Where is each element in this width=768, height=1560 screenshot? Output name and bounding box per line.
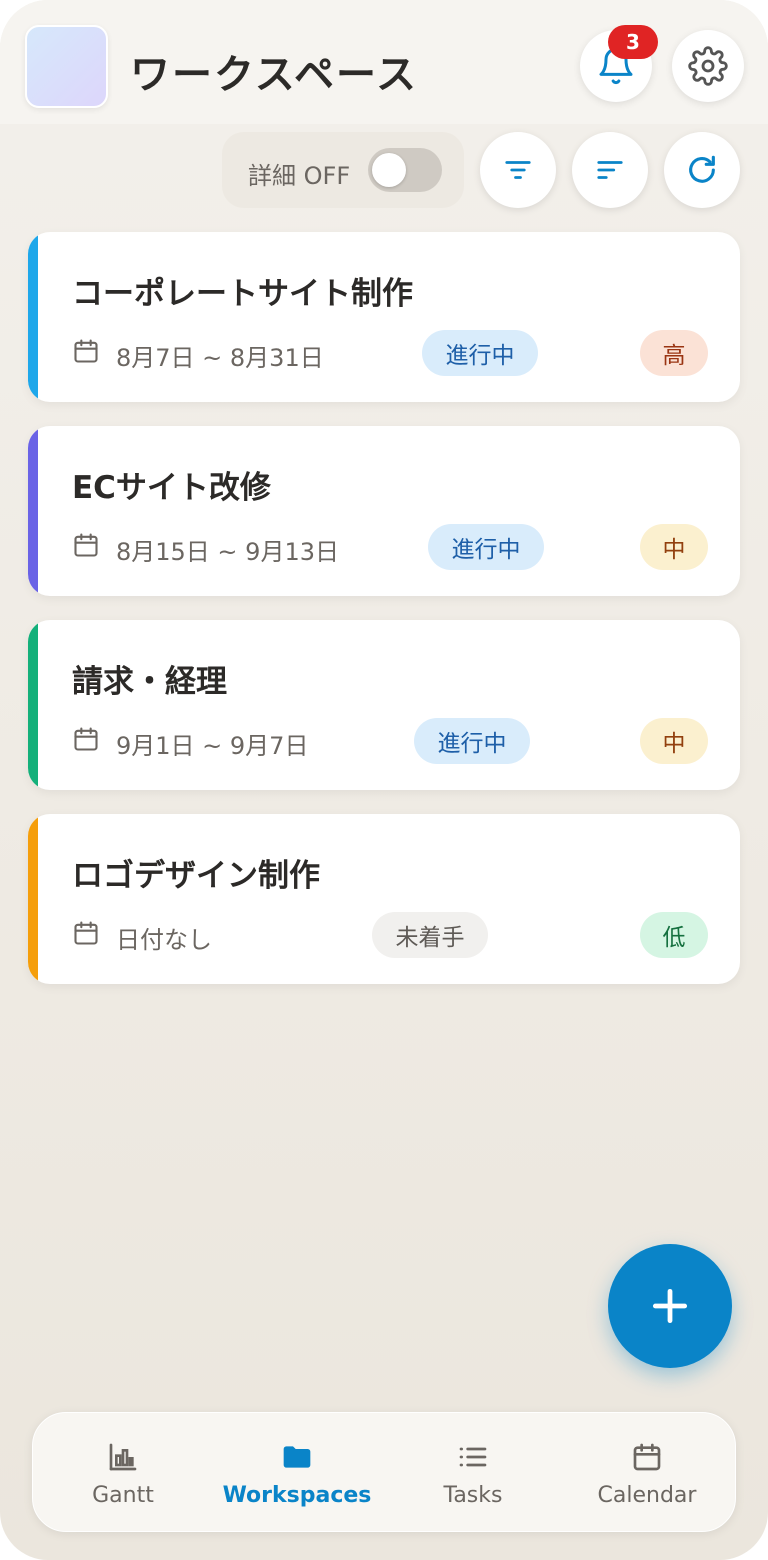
calendar-icon (74, 339, 98, 363)
add-project-button[interactable] (608, 1244, 732, 1368)
filter-icon (505, 161, 531, 179)
detail-toggle[interactable]: 詳細 OFF (222, 132, 464, 208)
app-screen: ワークスペース 3 詳細 OFF コーポレートサイト制作 8月7日 ~ 8月31… (0, 0, 768, 1560)
priority-badge: 低 (640, 912, 708, 958)
card-accent (28, 814, 38, 984)
card-accent (28, 232, 38, 402)
chart-icon (109, 1443, 137, 1471)
nav-item-workspaces[interactable]: Workspaces (209, 1413, 385, 1533)
project-date: 8月15日 ~ 9月13日 (116, 538, 339, 566)
calendar-icon (74, 921, 98, 945)
page-title: ワークスペース (130, 52, 418, 98)
plus-icon (652, 1288, 688, 1324)
project-date: 9月1日 ~ 9月7日 (116, 732, 309, 760)
priority-badge: 中 (640, 718, 708, 764)
calendar-icon (633, 1443, 661, 1471)
folder-icon (283, 1446, 311, 1468)
switch-knob (372, 153, 406, 187)
gear-icon (688, 46, 728, 86)
header: ワークスペース 3 (0, 0, 768, 124)
project-card[interactable]: ECサイト改修 8月15日 ~ 9月13日 進行中 中 (28, 426, 740, 596)
detail-switch[interactable] (368, 148, 442, 192)
project-card[interactable]: ロゴデザイン制作 日付なし 未着手 低 (28, 814, 740, 984)
nav-label: Tasks (443, 1483, 503, 1508)
settings-button[interactable] (672, 30, 744, 102)
status-badge: 進行中 (422, 330, 538, 376)
project-title: ロゴデザイン制作 (72, 858, 320, 894)
card-accent (28, 426, 38, 596)
status-badge: 未着手 (372, 912, 488, 958)
priority-badge: 高 (640, 330, 708, 376)
project-card[interactable]: コーポレートサイト制作 8月7日 ~ 8月31日 進行中 高 (28, 232, 740, 402)
refresh-button[interactable] (664, 132, 740, 208)
detail-toggle-label: 詳細 OFF (248, 162, 351, 190)
project-title: 請求・経理 (72, 664, 227, 700)
workspace-avatar[interactable] (25, 25, 108, 108)
status-badge: 進行中 (428, 524, 544, 570)
nav-label: Calendar (597, 1483, 697, 1508)
filter-button[interactable] (480, 132, 556, 208)
sort-icon (597, 161, 623, 179)
project-date: 8月7日 ~ 8月31日 (116, 344, 324, 372)
card-accent (28, 620, 38, 790)
nav-item-tasks[interactable]: Tasks (385, 1413, 561, 1533)
priority-badge: 中 (640, 524, 708, 570)
nav-label: Workspaces (222, 1483, 372, 1508)
sort-button[interactable] (572, 132, 648, 208)
calendar-icon (74, 533, 98, 557)
project-card[interactable]: 請求・経理 9月1日 ~ 9月7日 進行中 中 (28, 620, 740, 790)
nav-item-calendar[interactable]: Calendar (559, 1413, 735, 1533)
status-badge: 進行中 (414, 718, 530, 764)
refresh-icon (689, 155, 715, 183)
project-date: 日付なし (116, 926, 212, 954)
calendar-icon (74, 727, 98, 751)
notification-badge: 3 (608, 25, 658, 59)
bottom-nav: Gantt Workspaces Tasks Calendar (32, 1412, 736, 1532)
nav-label: Gantt (92, 1483, 154, 1508)
project-title: ECサイト改修 (72, 470, 271, 506)
project-title: コーポレートサイト制作 (72, 276, 413, 312)
list-icon (459, 1447, 487, 1467)
nav-item-gantt[interactable]: Gantt (35, 1413, 211, 1533)
